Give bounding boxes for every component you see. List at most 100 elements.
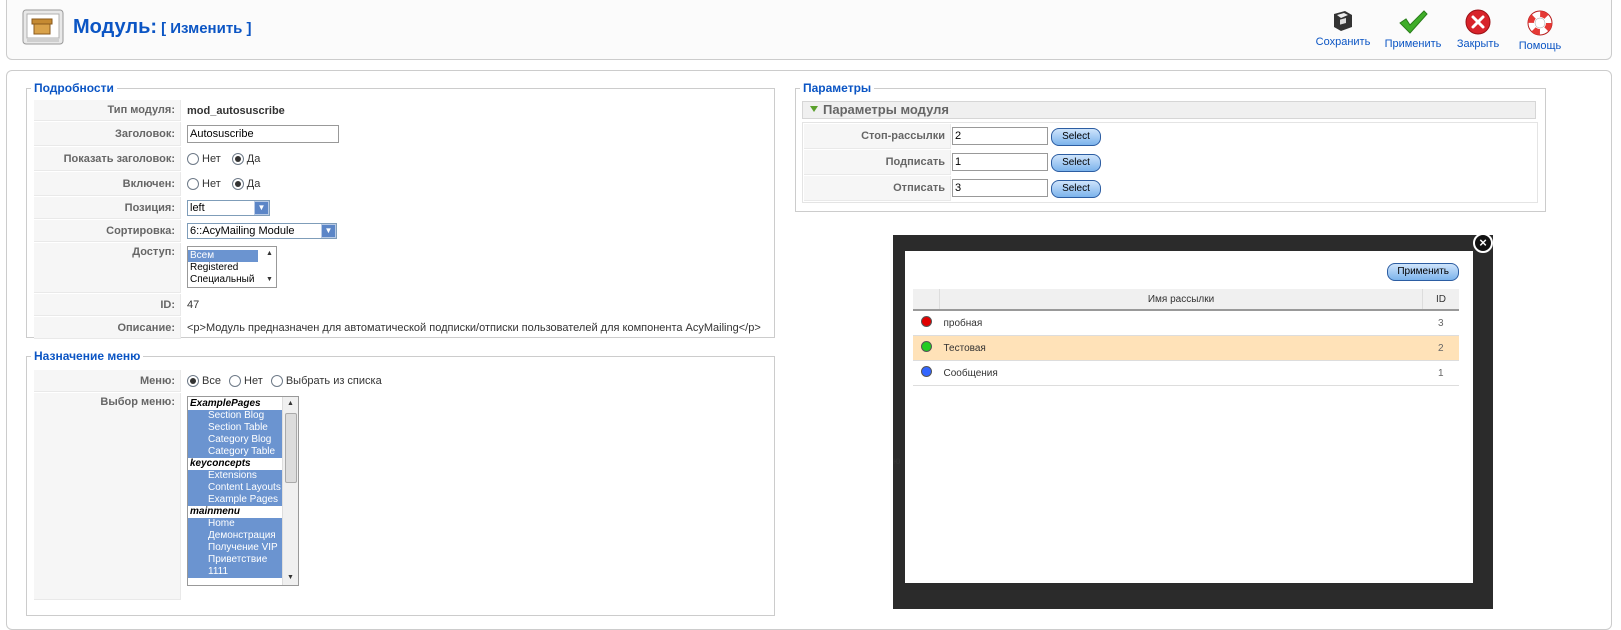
- menus-all-radio[interactable]: [187, 375, 199, 388]
- order-select[interactable]: 6::AcyMailing Module ▼: [187, 223, 337, 239]
- title-input[interactable]: [187, 125, 339, 143]
- list-id-cell: 1: [1422, 360, 1459, 386]
- access-scrollbar[interactable]: ▲ ▼: [262, 247, 276, 287]
- menus-select-label: Выбрать из списка: [285, 374, 382, 387]
- cancel-icon: [1465, 9, 1491, 35]
- row-color-cell: [913, 335, 940, 361]
- scroll-down-icon[interactable]: ▼: [262, 273, 276, 287]
- menu-scrollbar[interactable]: ▲ ▼: [282, 397, 298, 585]
- parameters-panel-header[interactable]: Параметры модуля: [802, 101, 1536, 119]
- param-stop-input[interactable]: [952, 127, 1048, 146]
- page-title-text: Модуль:: [73, 16, 158, 38]
- menu-group-label: keyconcepts: [188, 458, 282, 470]
- status-dot-icon: [920, 341, 932, 352]
- enabled-no-radio[interactable]: [187, 178, 199, 191]
- menu-group-label: mainmenu: [188, 506, 282, 518]
- status-dot-icon: [920, 316, 932, 327]
- list-name-cell[interactable]: пробная: [939, 310, 1423, 336]
- position-value: left: [190, 202, 205, 214]
- scroll-down-icon[interactable]: ▼: [283, 571, 298, 585]
- page-title: Модуль:[ Изменить ]: [73, 16, 252, 39]
- details-legend: Подробности: [31, 81, 117, 95]
- enabled-no-label: Нет: [202, 177, 221, 190]
- order-value: 6::AcyMailing Module: [190, 225, 295, 237]
- list-name-cell[interactable]: Сообщения: [939, 360, 1423, 386]
- menu-group-label: ExamplePages: [188, 398, 282, 410]
- menus-none-label: Нет: [244, 374, 263, 387]
- chevron-down-icon: ▼: [321, 224, 336, 238]
- parameters-table: Стоп-рассылки Select Подписать Select От…: [802, 122, 1538, 203]
- save-button[interactable]: Сохранить: [1312, 6, 1374, 54]
- show-title-no-label: Нет: [202, 152, 221, 165]
- details-table: Тип модуля: mod_autosuscribe Заголовок: …: [33, 99, 773, 340]
- param-unsubscribe-input[interactable]: [952, 179, 1048, 198]
- enabled-label: Включен:: [34, 172, 181, 196]
- background-text-fragment: ю: [893, 456, 901, 467]
- show-title-yes-radio[interactable]: [231, 153, 244, 166]
- close-label: Закрыть: [1456, 38, 1500, 50]
- name-column-header[interactable]: Имя рассылки: [939, 289, 1423, 311]
- lists-table: Имя рассылки ID пробная 3 Тестовая 2 Сообщен…: [913, 289, 1459, 386]
- position-select[interactable]: left ▼: [187, 200, 270, 216]
- save-label: Сохранить: [1315, 36, 1371, 48]
- scroll-up-icon[interactable]: ▲: [262, 247, 276, 261]
- menus-all-label: Все: [202, 374, 221, 387]
- toolbar: Модуль:[ Изменить ] Сохранить Применить …: [6, 0, 1612, 60]
- menus-select-radio[interactable]: [270, 375, 283, 388]
- scroll-thumb[interactable]: [285, 413, 297, 483]
- menus-label: Меню:: [34, 370, 181, 392]
- apply-button[interactable]: Применить: [1382, 6, 1444, 54]
- page-subtitle: [ Изменить ]: [161, 20, 252, 37]
- modal-window: Применить Имя рассылки ID пробная 3 Тестов…: [893, 235, 1493, 609]
- param-subscribe-select-button[interactable]: Select: [1051, 153, 1101, 172]
- id-value: 47: [187, 299, 200, 311]
- table-row[interactable]: Сообщения 1: [913, 360, 1459, 386]
- chevron-down-icon: ▼: [254, 201, 269, 215]
- close-icon[interactable]: ×: [1473, 233, 1493, 253]
- table-row[interactable]: Тестовая 2: [913, 335, 1459, 361]
- menus-none-radio[interactable]: [229, 375, 242, 388]
- param-subscribe-input[interactable]: [952, 153, 1048, 172]
- param-unsubscribe-select-button[interactable]: Select: [1051, 179, 1101, 198]
- help-button[interactable]: Помощь: [1509, 6, 1571, 54]
- row-color-cell: [913, 360, 940, 386]
- apply-label: Применить: [1384, 38, 1442, 50]
- param-stop-label: Стоп-рассылки: [804, 124, 951, 149]
- modal-content: Применить Имя рассылки ID пробная 3 Тестов…: [905, 251, 1473, 583]
- list-id-cell: 2: [1422, 335, 1459, 361]
- parameters-legend: Параметры: [800, 81, 875, 95]
- table-row[interactable]: пробная 3: [913, 310, 1459, 336]
- module-type-value: mod_autosuscribe: [187, 104, 285, 117]
- menu-assignment-fieldset: Назначение меню Меню: Все Нет Выбрать из…: [26, 349, 775, 616]
- parameters-fieldset: Параметры Параметры модуля Стоп-рассылки…: [795, 81, 1546, 212]
- row-color-cell: [913, 310, 940, 336]
- list-name-cell[interactable]: Тестовая: [939, 335, 1423, 361]
- menu-assignment-legend: Назначение меню: [31, 349, 144, 363]
- floppy-disk-icon: [1334, 11, 1352, 31]
- access-listbox[interactable]: Всем Registered Специальный ▲ ▼: [187, 246, 277, 288]
- id-column-header[interactable]: ID: [1422, 289, 1459, 311]
- color-column-header: [913, 289, 940, 311]
- menu-select-listbox[interactable]: ExamplePages Section Blog Section Table Cat…: [187, 396, 299, 586]
- parameters-panel-title: Параметры модуля: [823, 102, 949, 117]
- param-stop-select-button[interactable]: Select: [1051, 127, 1101, 146]
- param-unsubscribe-label: Отписать: [804, 176, 951, 201]
- access-label: Доступ:: [34, 243, 181, 293]
- show-title-label: Показать заголовок:: [34, 147, 181, 171]
- enabled-yes-label: Да: [246, 177, 261, 190]
- show-title-yes-label: Да: [246, 152, 261, 165]
- id-label: ID:: [34, 294, 181, 316]
- order-label: Сортировка:: [34, 220, 181, 242]
- close-button[interactable]: Закрыть: [1447, 6, 1509, 54]
- module-type-label: Тип модуля:: [34, 100, 181, 121]
- scroll-up-icon[interactable]: ▲: [283, 397, 298, 411]
- module-icon: [21, 8, 65, 48]
- access-option-all[interactable]: Всем: [188, 250, 258, 262]
- description-value: <p>Модуль предназначен для автоматическо…: [187, 322, 761, 334]
- description-label: Описание:: [34, 317, 181, 339]
- list-id-cell: 3: [1422, 310, 1459, 336]
- menu-assignment-table: Меню: Все Нет Выбрать из списка Выбор ме…: [33, 369, 773, 601]
- modal-apply-button[interactable]: Применить: [1387, 263, 1459, 281]
- enabled-yes-radio[interactable]: [231, 178, 244, 191]
- show-title-no-radio[interactable]: [187, 153, 199, 166]
